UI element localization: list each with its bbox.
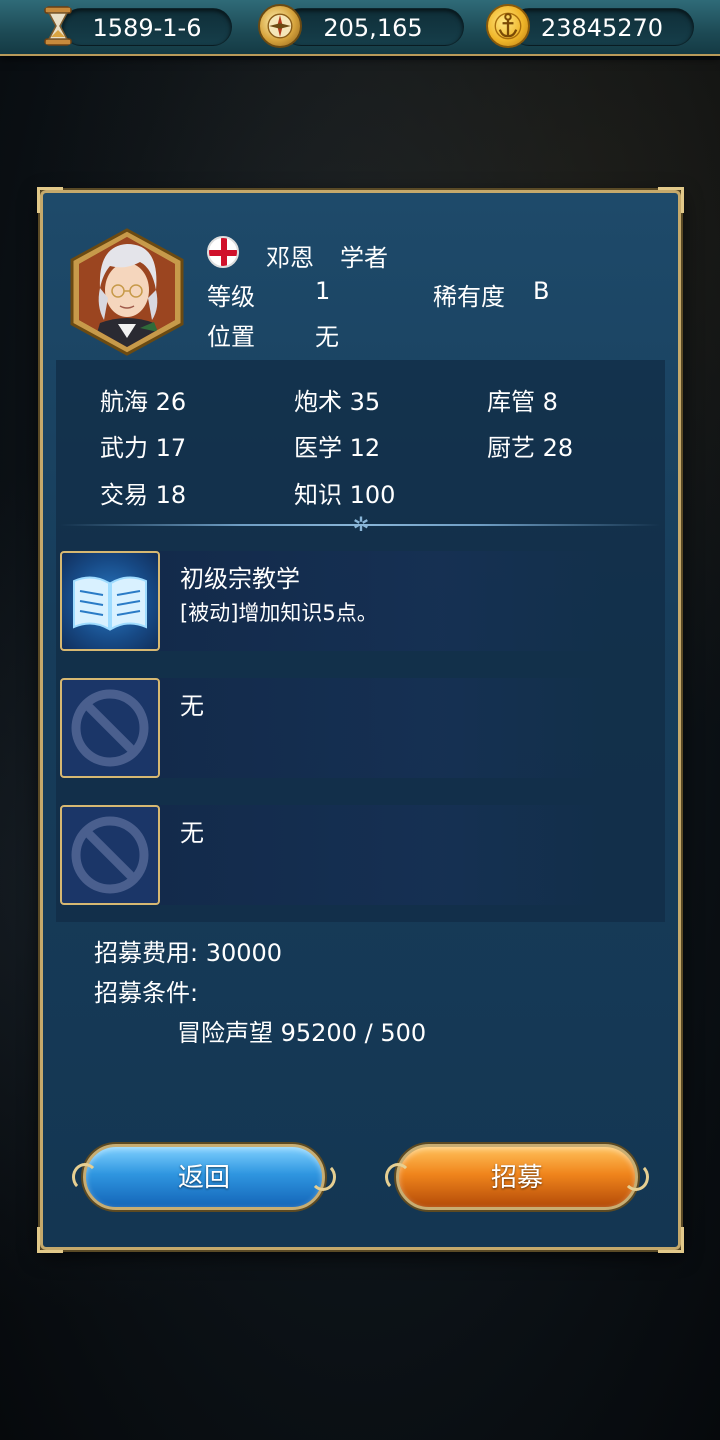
stat-value: 100 [349, 481, 396, 509]
compass-value: 205,165 [323, 14, 423, 42]
stat-medicine: 医学 12 [294, 428, 380, 463]
rarity-label: 稀有度 [433, 283, 505, 311]
skill-name: 无 [180, 819, 204, 847]
hourglass-icon [44, 6, 72, 46]
stat-navigation: 航海 26 [100, 382, 186, 417]
divider-ornament-icon: ✲ [352, 512, 370, 536]
anchor-coin-icon [486, 4, 530, 48]
stat-combat: 武力 17 [100, 428, 186, 463]
panel-corner-ornament [37, 187, 63, 213]
recruit-condition-label: 招募条件: [94, 979, 199, 1007]
skill-slot[interactable]: 无 [60, 678, 606, 778]
stat-cooking: 厨艺 28 [487, 428, 573, 463]
prohibited-icon [60, 805, 160, 905]
back-button[interactable]: 返回 [72, 1144, 336, 1210]
recruit-condition-value: 冒险声望 95200 / 500 [177, 1019, 427, 1047]
stat-value: 28 [542, 434, 574, 462]
stat-knowledge: 知识 100 [294, 475, 395, 510]
skill-description: [被动]增加知识5点。 [180, 601, 378, 625]
stat-value: 8 [542, 388, 558, 416]
button-ornament [623, 1163, 649, 1191]
stat-label: 医学 [294, 434, 342, 462]
recruit-cost: 招募费用: 30000 [94, 939, 283, 967]
stat-label: 知识 [294, 481, 342, 509]
panel-corner-ornament [658, 1227, 684, 1253]
stat-label: 库管 [487, 388, 535, 416]
stat-value: 18 [155, 481, 187, 509]
date-text: 1589-1-6 [92, 14, 202, 42]
stat-storage: 库管 8 [487, 382, 558, 417]
date-display: 1589-1-6 [62, 8, 232, 46]
stat-value: 17 [155, 434, 187, 462]
button-ornament [72, 1163, 98, 1191]
character-title: 学者 [340, 244, 388, 272]
resource-bar: 1589-1-6 205,165 23845270 [0, 0, 720, 56]
stat-value: 12 [349, 434, 381, 462]
stat-trade: 交易 18 [100, 475, 186, 510]
character-portrait [70, 228, 184, 356]
skill-slot[interactable]: 无 [60, 805, 606, 905]
level-label: 等级 [207, 283, 255, 311]
button-ornament [310, 1163, 336, 1191]
stat-label: 厨艺 [487, 434, 535, 462]
panel-corner-ornament [658, 187, 684, 213]
stat-label: 武力 [100, 434, 148, 462]
stat-value: 26 [155, 388, 187, 416]
skill-name: 初级宗教学 [180, 565, 300, 593]
position-value: 无 [315, 323, 339, 351]
skill-slot[interactable]: 初级宗教学 [被动]增加知识5点。 [60, 551, 606, 651]
stat-label: 航海 [100, 388, 148, 416]
prohibited-icon [60, 678, 160, 778]
panel-corner-ornament [37, 1227, 63, 1253]
recruit-button-label: 招募 [490, 1163, 543, 1193]
stat-label: 炮术 [294, 388, 342, 416]
book-icon [60, 551, 160, 651]
stat-label: 交易 [100, 481, 148, 509]
england-flag-icon [207, 236, 239, 268]
compass-icon [258, 4, 302, 48]
character-name: 邓恩 [266, 244, 314, 272]
stat-gunnery: 炮术 35 [294, 382, 380, 417]
back-button-label: 返回 [177, 1163, 230, 1193]
button-ornament [385, 1163, 411, 1191]
skill-name: 无 [180, 692, 204, 720]
stat-value: 35 [349, 388, 381, 416]
rarity-value: B [533, 277, 550, 305]
gold-resource: 23845270 [510, 8, 694, 46]
level-value: 1 [315, 277, 331, 305]
compass-resource: 205,165 [282, 8, 464, 46]
recruit-button[interactable]: 招募 [385, 1144, 649, 1210]
position-label: 位置 [207, 323, 255, 351]
gold-value: 23845270 [540, 14, 664, 42]
